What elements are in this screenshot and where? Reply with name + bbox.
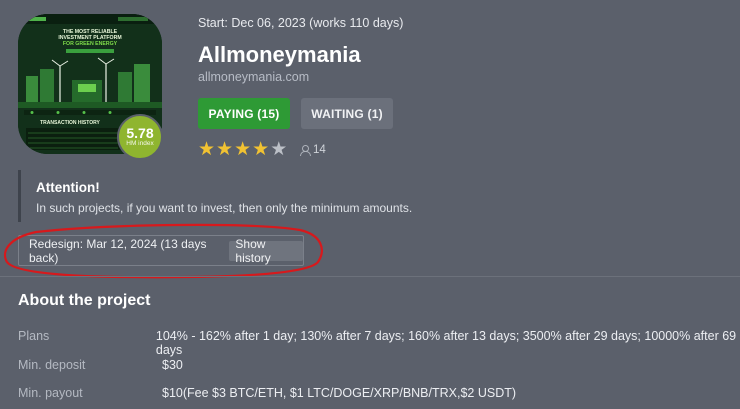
redesign-info: Redesign: Mar 12, 2024 (13 days back) Sh… [18, 235, 304, 266]
section-divider [0, 276, 740, 277]
paying-button[interactable]: PAYING (15) [198, 98, 290, 129]
rating-stars[interactable]: ★ ★ ★ ★ ★ [198, 140, 287, 159]
redesign-text: Redesign: Mar 12, 2024 (13 days back) [29, 236, 207, 265]
about-title: About the project [18, 292, 151, 309]
hm-index-value: 5.78 [126, 125, 154, 141]
start-date: Start: Dec 06, 2023 (works 110 days) [198, 16, 404, 30]
screenshot-headline-3: FOR GREEN ENERGY [63, 41, 118, 47]
hm-index-label: HM index [126, 140, 154, 147]
star-icon[interactable]: ★ [270, 140, 287, 159]
waiting-button[interactable]: WAITING (1) [301, 98, 393, 129]
attention-text: In such projects, if you want to invest,… [36, 201, 413, 215]
star-icon[interactable]: ★ [216, 140, 233, 159]
project-domain[interactable]: allmoneymania.com [198, 70, 309, 84]
attention-title: Attention! [36, 180, 100, 195]
info-label: Min. deposit [18, 358, 86, 372]
vote-count: 14 [300, 144, 326, 156]
hm-index-badge: 5.78 HM index [117, 114, 163, 160]
attention-notice: Attention! In such projects, if you want… [18, 170, 740, 222]
info-value: $10(Fee $3 BTC/ETH, $1 LTC/DOGE/XRP/BNB/… [162, 386, 517, 400]
info-row-plans: Plans 104% - 162% after 1 day; 130% afte… [18, 329, 740, 357]
project-title: Allmoneymania [198, 42, 361, 67]
info-value: $30 [162, 358, 183, 372]
user-icon [300, 145, 311, 156]
vote-count-value: 14 [313, 144, 326, 156]
info-row-min-deposit: Min. deposit $30 [18, 358, 740, 372]
star-icon[interactable]: ★ [198, 140, 215, 159]
star-icon[interactable]: ★ [252, 140, 269, 159]
screenshot-section-title: TRANSACTION HISTORY [40, 120, 100, 126]
info-row-min-payout: Min. payout $10(Fee $3 BTC/ETH, $1 LTC/D… [18, 386, 740, 400]
info-label: Plans [18, 329, 50, 343]
info-label: Min. payout [18, 386, 83, 400]
show-history-button[interactable]: Show history [229, 237, 303, 265]
info-value: 104% - 162% after 1 day; 130% after 7 da… [155, 329, 737, 357]
star-icon[interactable]: ★ [234, 140, 251, 159]
